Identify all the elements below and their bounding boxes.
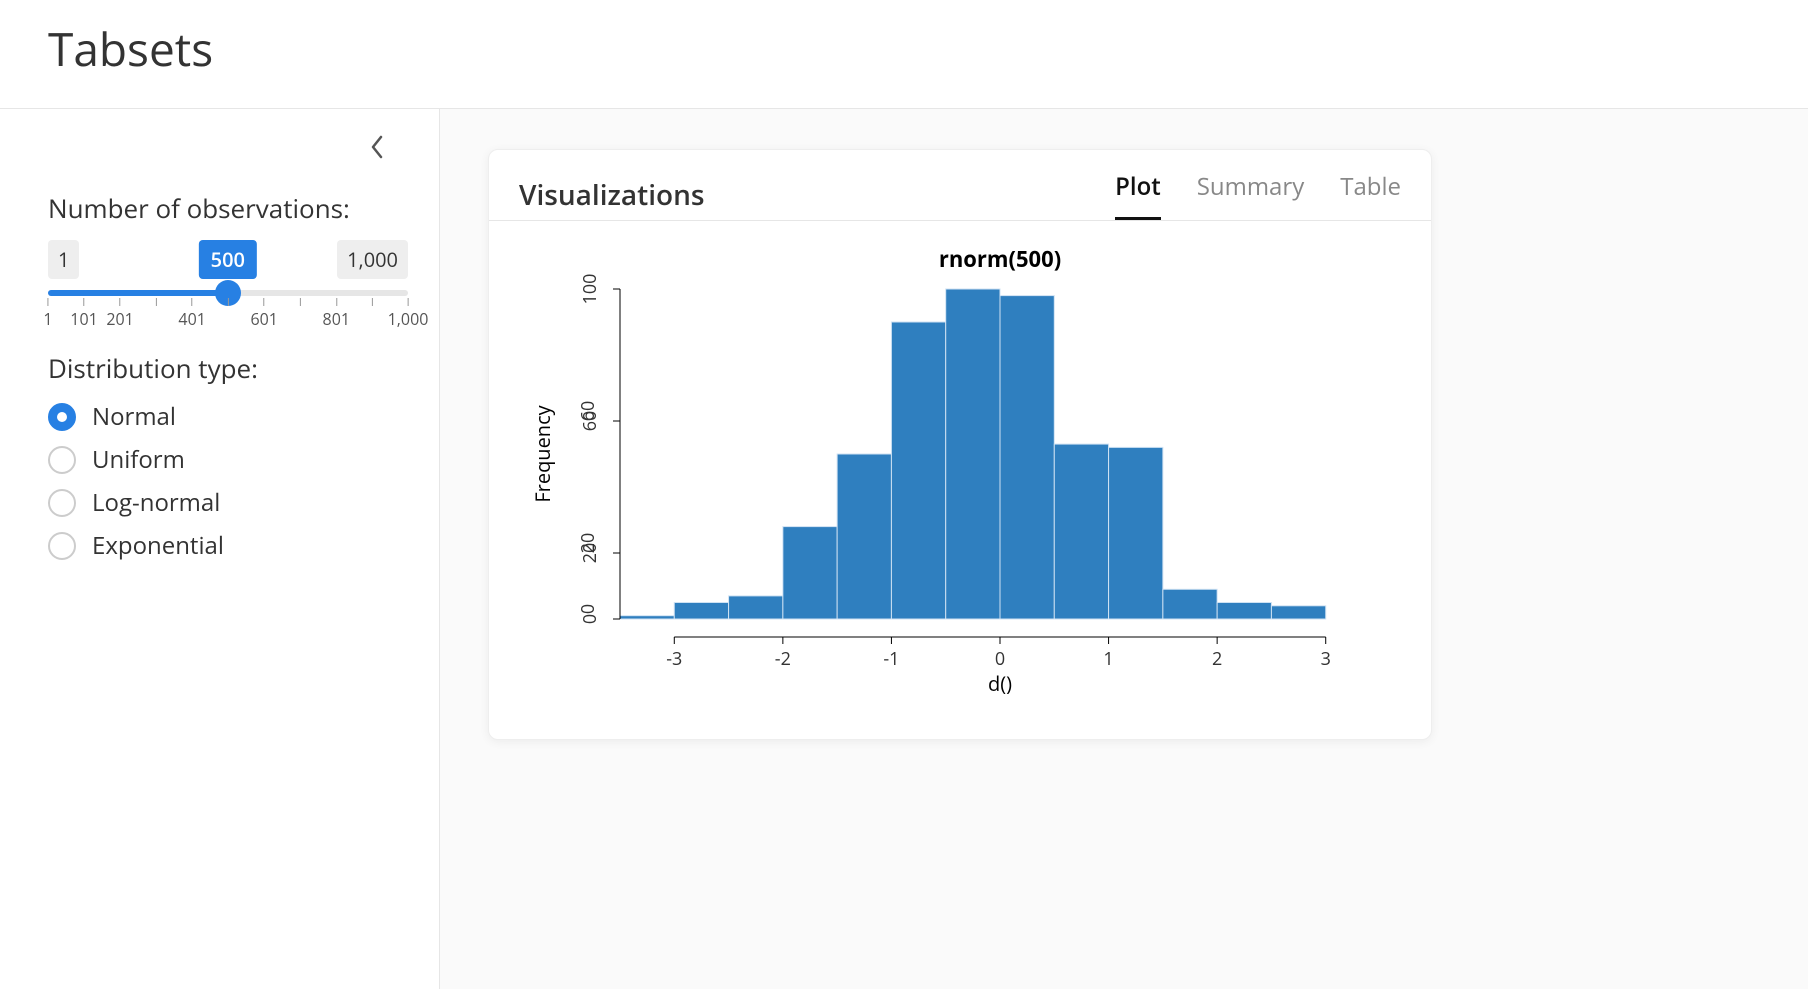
y-tick-label: 60 [578,411,602,432]
histogram-bar [1109,447,1163,619]
slider-tick: . [298,298,302,330]
histogram-chart: rnorm(500)0206002060100-3-2-10123d()Freq… [510,239,1410,709]
slider-fill [48,290,228,296]
chevron-left-icon [367,149,387,164]
slider-tick: 801 [323,298,350,330]
chart-title: rnorm(500) [939,244,1061,274]
histogram-bar [783,527,837,619]
slider-tick: . [370,298,374,330]
histogram-bar [891,322,945,619]
histogram-bar [837,454,891,619]
tab-summary[interactable]: Summary [1197,170,1304,220]
slider-tick: 101 [70,298,97,330]
slider-tick: 1,000 [388,298,429,330]
histogram-bar [620,616,674,619]
radio-label: Uniform [92,443,185,476]
x-tick-label: 0 [995,647,1005,671]
radio-dot-icon [48,532,76,560]
histogram-bar [946,289,1000,619]
slider-tick: 401 [178,298,205,330]
x-tick-label: 3 [1321,647,1331,671]
x-tick-label: -2 [775,647,791,671]
histogram-bar [1163,589,1217,619]
radio-dot-icon [48,489,76,517]
y-tick-label: 0 [576,604,600,614]
radio-label: Normal [92,400,176,433]
slider-tick: . [226,298,230,330]
sidebar: Number of observations: 1 500 1,000 1 101… [0,109,440,989]
slider-max-badge: 1,000 [337,240,408,279]
x-tick-label: -1 [883,647,899,671]
histogram-bar [1000,296,1054,619]
radio-dot-icon [48,446,76,474]
plot-panel: rnorm(500)0206002060100-3-2-10123d()Freq… [489,221,1431,739]
y-tick-label: 20 [578,543,602,564]
dist-radio-unif[interactable]: Uniform [48,443,391,476]
dist-radio-exp[interactable]: Exponential [48,529,391,562]
radio-label: Log-normal [92,486,220,519]
y-tick-label: 0 [578,614,602,624]
tab-plot[interactable]: Plot [1115,170,1161,220]
dist-label: Distribution type: [48,350,391,386]
slider-min-badge: 1 [48,240,79,279]
slider-tick: 601 [250,298,277,330]
radio-dot-icon [48,403,76,431]
obs-slider[interactable]: 1 500 1,000 1101201.401.601.801.1,000 [48,240,408,328]
histogram-bar [1271,606,1325,619]
histogram-bar [1054,444,1108,619]
radio-label: Exponential [92,529,224,562]
slider-tick: 201 [106,298,133,330]
y-axis-label: Frequency [529,404,556,502]
sidebar-collapse-button[interactable] [363,129,391,168]
slider-tick: 1 [43,298,52,330]
histogram-bar [1217,603,1271,620]
x-axis-label: d() [988,670,1012,697]
dist-radio-lnorm[interactable]: Log-normal [48,486,391,519]
tabset: Plot Summary Table [1115,170,1401,220]
histogram-bar [729,596,783,619]
x-tick-label: 2 [1212,647,1222,671]
visualizations-card: Visualizations Plot Summary Table rnorm(50… [488,149,1432,740]
dist-radio-norm[interactable]: Normal [48,400,391,433]
slider-track[interactable] [48,290,408,296]
x-tick-label: 1 [1103,647,1113,671]
obs-label: Number of observations: [48,190,391,226]
tab-table[interactable]: Table [1340,170,1401,220]
x-tick-label: -3 [666,647,682,671]
y-tick-label: 100 [578,274,602,305]
page-title: Tabsets [48,18,1760,80]
slider-ticks: 1101201.401.601.801.1,000 [48,298,408,328]
main-area: Visualizations Plot Summary Table rnorm(50… [440,109,1808,989]
dist-radio-group: Normal Uniform Log-normal Exponential [48,400,391,562]
card-title: Visualizations [519,176,705,214]
slider-value-badge: 500 [199,240,257,279]
slider-tick: . [154,298,158,330]
histogram-bar [674,603,728,620]
